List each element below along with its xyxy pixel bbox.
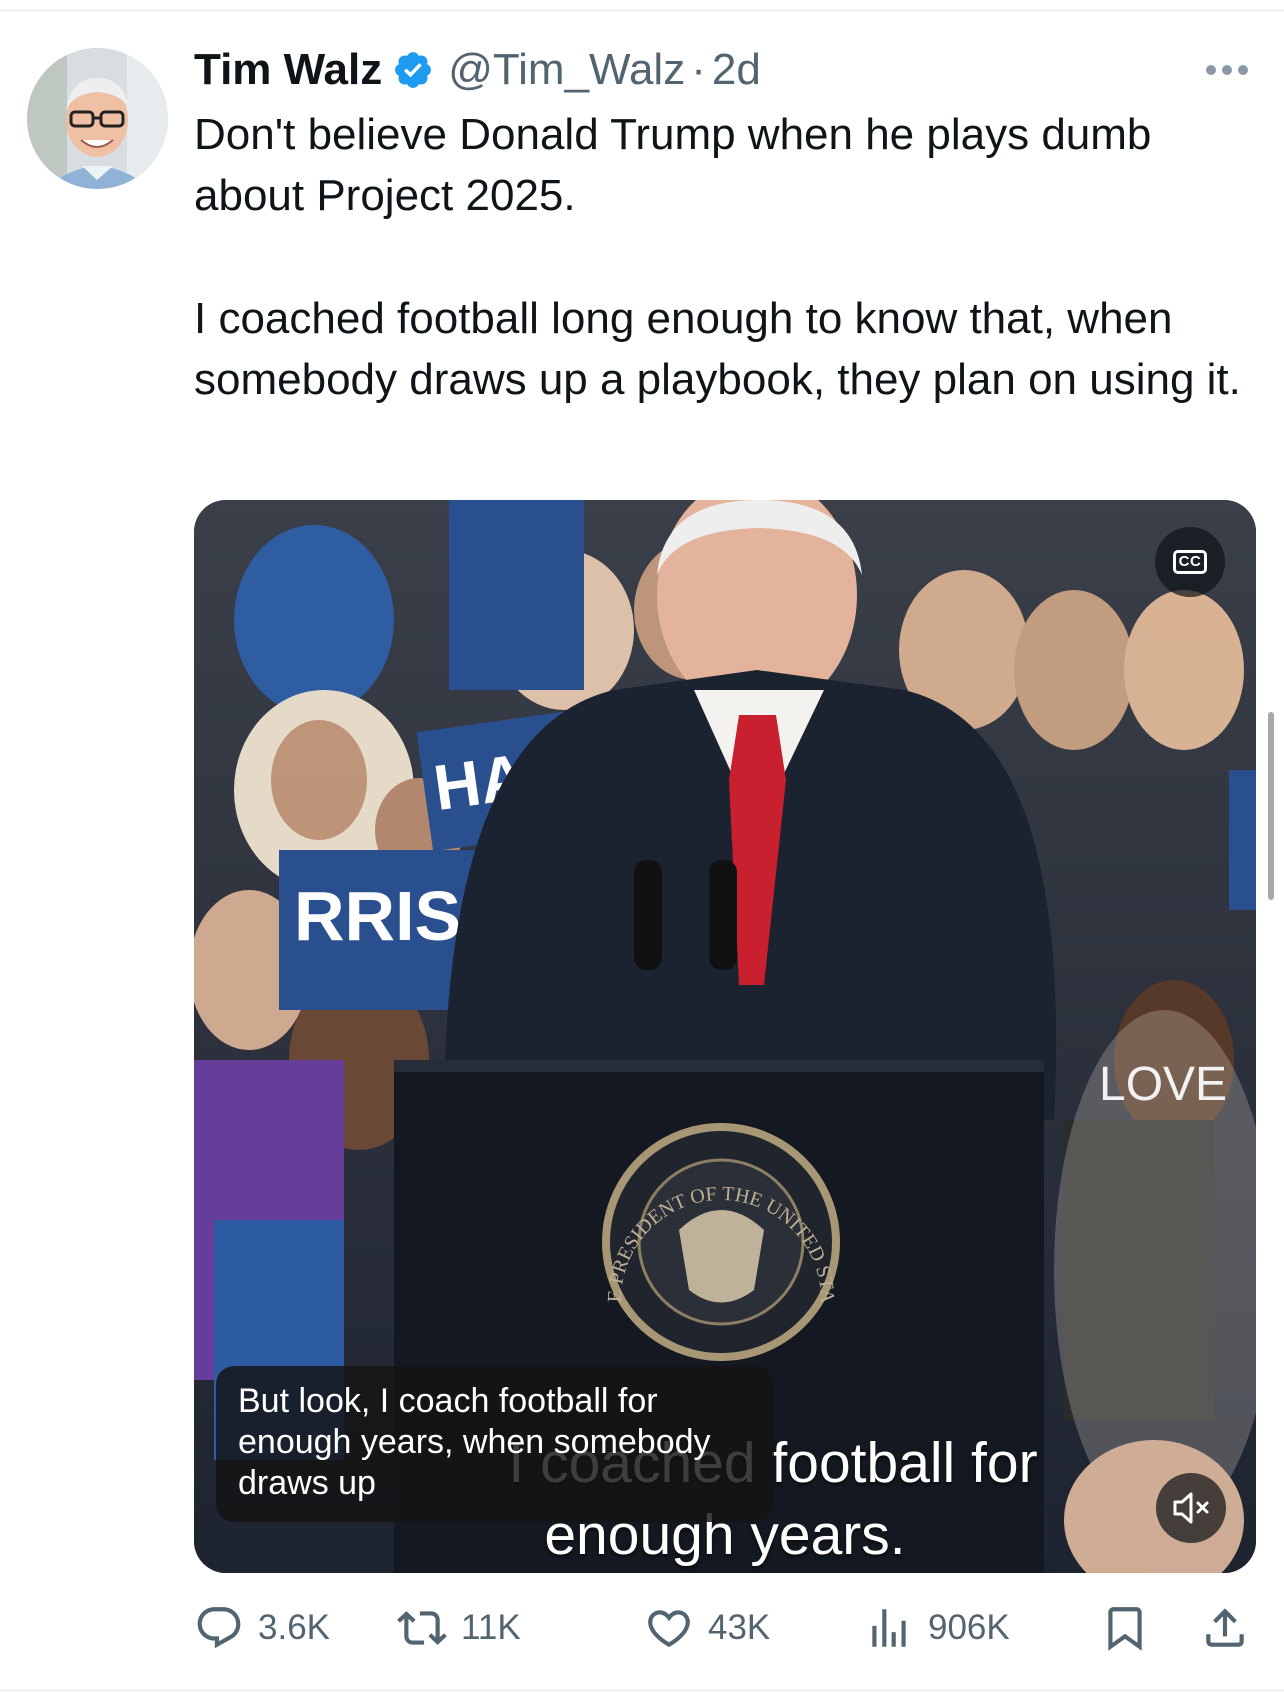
sign-text: RRIS — [294, 877, 461, 955]
heart-icon — [648, 1610, 690, 1648]
bookmark-icon — [1108, 1607, 1142, 1651]
tweet-text: Don't believe Donald Trump when he plays… — [194, 104, 1264, 410]
more-options-icon[interactable] — [1203, 58, 1251, 82]
reply-icon — [197, 1607, 241, 1649]
bookmark-button[interactable] — [1100, 1600, 1150, 1656]
avatar[interactable] — [27, 48, 168, 189]
reply-count: 3.6K — [258, 1608, 330, 1647]
repost-button[interactable]: 11K — [397, 1600, 521, 1656]
view-count: 906K — [928, 1608, 1010, 1647]
bottom-divider — [0, 1690, 1284, 1691]
repost-icon — [397, 1611, 447, 1645]
share-icon — [1206, 1608, 1244, 1647]
tweet-paragraph-1: Don't believe Donald Trump when he plays… — [194, 110, 1152, 220]
author-handle[interactable]: @Tim_Walz — [448, 44, 685, 96]
reply-button[interactable]: 3.6K — [194, 1600, 330, 1656]
verified-badge-icon[interactable] — [392, 49, 434, 91]
tweet-paragraph-2: I coached football long enough to know t… — [194, 294, 1241, 404]
love-shirt-text: LOVE — [1099, 1058, 1227, 1111]
closed-captions-button[interactable]: CC — [1155, 527, 1225, 597]
tweet-actions: 3.6K 11K 43K 906K — [194, 1600, 1256, 1656]
video-player[interactable]: HARI RRIS VICE PRESIDENT OF THE UNITED S… — [194, 500, 1256, 1573]
cc-icon: CC — [1172, 550, 1208, 574]
repost-count: 11K — [461, 1608, 521, 1647]
like-count: 43K — [708, 1608, 771, 1647]
top-divider — [0, 10, 1284, 11]
views-chart-icon — [872, 1609, 906, 1647]
avatar-photo — [27, 48, 168, 189]
separator-dot: · — [691, 45, 706, 94]
timestamp[interactable]: 2d — [712, 44, 761, 96]
speaker-muted-icon — [1173, 1492, 1209, 1524]
author-name[interactable]: Tim Walz — [194, 44, 382, 96]
closed-caption-overlay: But look, I coach football for enough ye… — [216, 1366, 774, 1522]
tweet-header: Tim Walz @Tim_Walz · 2d — [194, 44, 761, 96]
share-button[interactable] — [1200, 1600, 1250, 1656]
unmute-button[interactable] — [1156, 1473, 1226, 1543]
views-button[interactable]: 906K — [864, 1600, 1010, 1656]
like-button[interactable]: 43K — [644, 1600, 770, 1656]
scrollbar-thumb[interactable] — [1268, 712, 1274, 900]
